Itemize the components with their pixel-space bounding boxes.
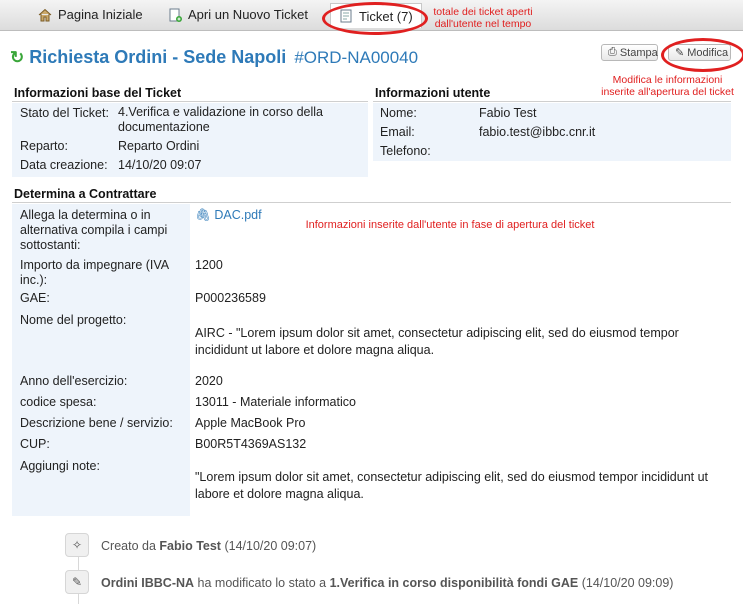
project-name-value: AIRC - "Lorem ipsum dolor sit amet, cons…	[195, 326, 679, 357]
user-name-label: Nome:	[380, 106, 417, 120]
ticket-title: Richiesta Ordini - Sede Napoli	[29, 47, 287, 67]
gae-label: GAE:	[20, 291, 50, 305]
attachment-filename: DAC.pdf	[214, 208, 262, 222]
determina-heading: Determina a Contrattare	[14, 187, 157, 201]
cup-value: B00R5T4369AS132	[195, 437, 307, 451]
project-name-label: Nome del progetto:	[20, 313, 127, 327]
nav-new-ticket-label: Apri un Nuovo Ticket	[188, 7, 308, 22]
user-name-value: Fabio Test	[479, 106, 537, 120]
user-info-heading: Informazioni utente	[375, 86, 491, 100]
new-ticket-icon	[168, 8, 182, 22]
expense-code-label: codice spesa:	[20, 395, 97, 409]
amount-label: Importo da impegnare (IVA inc.):	[20, 258, 169, 287]
department-value: Reparto Ordini	[118, 139, 200, 153]
highlight-circle-edit	[661, 38, 743, 72]
home-icon	[38, 8, 52, 22]
annotation-modify: Modifica le informazioni inserite all'ap…	[601, 74, 734, 98]
creation-date-value: 14/10/20 09:07	[118, 158, 202, 172]
timeline-time: (14/10/20 09:09)	[581, 576, 674, 590]
amount-value: 1200	[195, 258, 223, 272]
notes-label: Aggiungi note:	[20, 459, 100, 473]
timeline-prefix: Creato da	[101, 539, 156, 553]
gae-value: P000236589	[195, 291, 266, 305]
annotation-user-info: Informazioni inserite dall'utente in fas…	[305, 219, 595, 231]
attachment-link[interactable]: 🖇 DAC.pdf	[195, 207, 262, 224]
divider	[373, 101, 731, 102]
timeline-actor: Fabio Test	[159, 539, 221, 553]
expense-code-value: 13011 - Materiale informatico	[195, 395, 356, 409]
print-button[interactable]: ⎙ Stampa	[601, 44, 658, 61]
timeline-target: 1.Verifica in corso disponibilità fondi …	[329, 576, 579, 590]
divider	[12, 202, 731, 203]
nav-new-ticket[interactable]: Apri un Nuovo Ticket	[168, 7, 308, 22]
notes-value: "Lorem ipsum dolor sit amet, consectetur…	[195, 470, 709, 501]
department-label: Reparto:	[20, 139, 68, 153]
timeline-action: ha modificato lo stato a	[197, 576, 327, 590]
status-value: 4.Verifica e validazione in corso della …	[118, 105, 323, 134]
description-label: Descrizione bene / servizio:	[20, 416, 173, 430]
highlight-circle-tickets	[322, 2, 428, 35]
divider	[12, 101, 368, 102]
timeline-entry: Ordini IBBC-NA ha modificato lo stato a …	[101, 576, 673, 590]
refresh-icon[interactable]: ↻	[10, 48, 24, 68]
pencil-icon: ✎	[65, 570, 89, 594]
cup-label: CUP:	[20, 437, 50, 451]
nav-home-label: Pagina Iniziale	[58, 7, 143, 22]
print-button-label: Stampa	[619, 46, 658, 59]
creation-date-label: Data creazione:	[20, 158, 108, 172]
status-label: Stato del Ticket:	[20, 106, 109, 120]
ticket-code: #ORD-NA00040	[294, 48, 419, 67]
annotation-tickets-total: totale dei ticket aperti dall'utente nel…	[433, 6, 533, 30]
timeline-entry: Creato da Fabio Test (14/10/20 09:07)	[101, 539, 316, 553]
base-info-heading: Informazioni base del Ticket	[14, 86, 182, 100]
user-email-label: Email:	[380, 125, 415, 139]
ticket-title-row: ↻ Richiesta Ordini - Sede Napoli #ORD-NA…	[10, 47, 418, 68]
timeline-actor: Ordini IBBC-NA	[101, 576, 195, 590]
fiscal-year-value: 2020	[195, 374, 223, 388]
nav-home[interactable]: Pagina Iniziale	[38, 7, 143, 22]
description-value: Apple MacBook Pro	[195, 416, 306, 430]
magic-wand-icon: ✧	[65, 533, 89, 557]
attachment-label: Allega la determina o in alternativa com…	[20, 208, 168, 252]
user-phone-label: Telefono:	[380, 144, 431, 158]
user-email-value: fabio.test@ibbc.cnr.it	[479, 125, 596, 139]
print-icon: ⎙	[608, 46, 617, 58]
fiscal-year-label: Anno dell'esercizio:	[20, 374, 128, 388]
timeline-time: (14/10/20 09:07)	[224, 539, 317, 553]
paperclip-icon: 🖇	[195, 208, 211, 222]
